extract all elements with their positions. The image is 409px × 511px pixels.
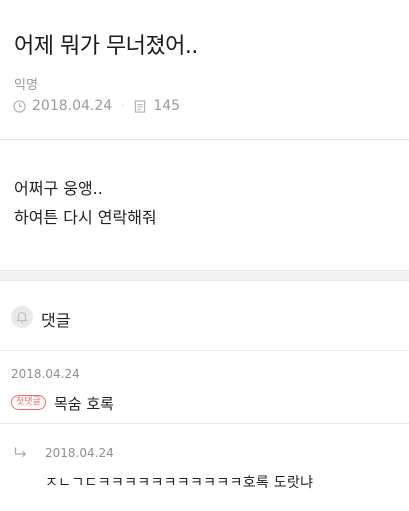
post-date: 2018.04.24 xyxy=(32,98,113,114)
reply-date: 2018.04.24 xyxy=(45,446,114,460)
comments-title: 댓글 xyxy=(41,311,71,330)
bell-icon xyxy=(11,306,33,328)
view-count: 145 xyxy=(153,98,181,114)
reply-item: 2018.04.24 ㅈㄴㄱㄷㅋㅋㅋㅋㅋㅋㅋㅋㅋㅋㅋ호록 도랏냐 xyxy=(0,425,409,511)
reply-text: ㅈㄴㄱㄷㅋㅋㅋㅋㅋㅋㅋㅋㅋㅋㅋ호록 도랏냐 xyxy=(45,475,314,491)
post-body-line: 하여튼 다시 연락해줘 xyxy=(14,208,157,227)
post-meta: 2018.04.24 · 145 xyxy=(12,97,180,115)
comment-item: 2018.04.24 첫댓글 목숨 호록 xyxy=(0,352,409,424)
clock-icon xyxy=(12,99,26,113)
comment-date: 2018.04.24 xyxy=(11,367,80,381)
post-author: 익명 xyxy=(14,78,38,93)
comment-text: 목숨 호록 xyxy=(54,395,114,413)
comments-header: 댓글 xyxy=(0,281,409,351)
post-body-line: 어쩌구 웅앵.. xyxy=(14,179,103,198)
post-title: 어제 뭐가 무너졌어.. xyxy=(14,34,198,59)
reply-arrow-icon xyxy=(14,444,28,458)
meta-separator: · xyxy=(121,100,125,112)
first-comment-badge: 첫댓글 xyxy=(11,395,46,410)
post-body: 어쩌구 웅앵.. 하여튼 다시 연락해줘 xyxy=(14,174,157,232)
post-header: 어제 뭐가 무너졌어.. 익명 2018.04.24 · 145 xyxy=(0,0,409,140)
section-divider xyxy=(0,270,409,281)
document-icon xyxy=(133,99,147,113)
